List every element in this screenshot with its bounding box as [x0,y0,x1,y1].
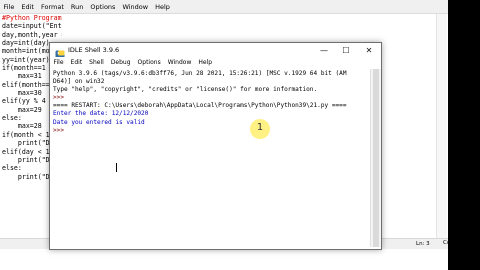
code-line: #Python Program to check if a date is va… [2,14,62,22]
shell-menu-file[interactable]: File [50,59,67,66]
minimize-button[interactable]: — [313,43,335,57]
shell-menu-window[interactable]: Window [164,59,195,66]
shell-menu-debug[interactable]: Debug [107,59,134,66]
shell-line: Type "help", "copyright", "credits" or "… [53,86,318,94]
python-idle-icon [55,45,65,60]
editor-scrollbar[interactable] [436,14,447,238]
status-column: Col: 12 [443,240,463,246]
shell-line: >>> [53,94,68,102]
close-button[interactable]: ✕ [358,43,380,57]
shell-menu-edit[interactable]: Edit [67,59,86,66]
shell-title: IDLE Shell 3.9.6 [68,46,120,54]
shell-line: ==== RESTART: C:\Users\deborah\AppData\L… [53,102,347,110]
click-step-number: 1 [256,122,264,133]
shell-menu-bar: File Edit Shell Debug Options Window Hel… [50,57,381,68]
editor-menu-help[interactable]: Help [152,3,174,11]
editor-menu-window[interactable]: Window [119,3,152,11]
shell-line: Enter the date: 12/12/2020 [53,110,149,118]
shell-line: D64)] on win32 [53,78,105,86]
shell-menu-options[interactable]: Options [134,59,164,66]
editor-menu-file[interactable]: File [0,3,18,11]
shell-window: IDLE Shell 3.9.6 — ☐ ✕ File Edit Shell D… [49,42,382,250]
code-line: day,month,year = date.split('/') [2,30,62,39]
shell-line: Python 3.9.6 (tags/v3.9.6:db3ff76, Jun 2… [53,70,347,77]
editor-status-line: Ln: 3 [416,240,430,247]
shell-menu-help[interactable]: Help [195,59,216,66]
editor-menu-options[interactable]: Options [87,3,119,11]
editor-menu-edit[interactable]: Edit [18,3,38,11]
text-cursor [116,163,117,172]
shell-titlebar[interactable]: IDLE Shell 3.9.6 — ☐ ✕ [50,43,381,60]
shell-output-area[interactable]: Python 3.9.6 (tags/v3.9.6:db3ff76, Jun 2… [53,70,370,246]
shell-menu-shell[interactable]: Shell [86,59,108,66]
editor-menu-run[interactable]: Run [67,3,86,11]
editor-menu-bar: File Edit Format Run Options Window Help [0,0,448,14]
shell-scrollbar[interactable] [370,69,381,247]
shell-line: >>> [53,126,68,134]
editor-menu-format[interactable]: Format [37,3,67,11]
code-line: date=input("Enter the date: ") [2,22,62,31]
shell-line: Date you entered is valid [53,118,145,126]
maximize-button[interactable]: ☐ [335,43,357,57]
shell-scrollbar-thumb[interactable] [373,69,379,247]
